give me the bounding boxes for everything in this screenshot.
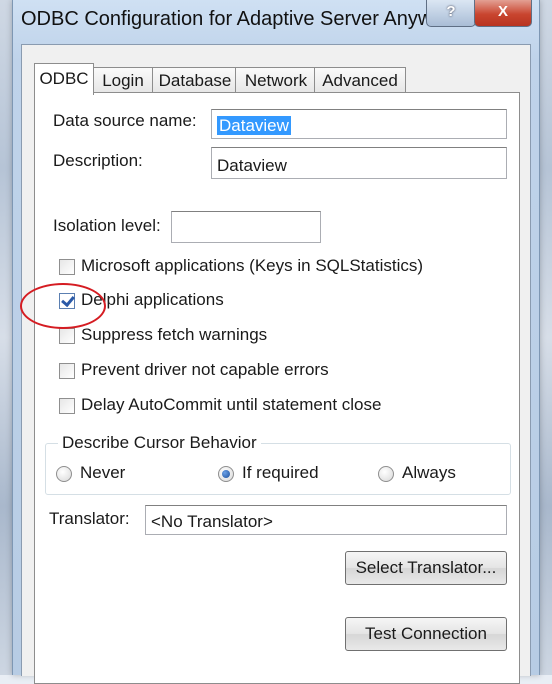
- translator-field: <No Translator>: [145, 505, 507, 535]
- tab-network[interactable]: Network: [235, 67, 317, 94]
- isolation-input[interactable]: [171, 211, 321, 243]
- close-icon: X: [497, 3, 508, 20]
- dsn-value: Dataview: [217, 116, 291, 135]
- delay-autocommit-label: Delay AutoCommit until statement close: [81, 395, 382, 414]
- description-label: Description:: [53, 151, 143, 170]
- odbc-config-dialog: ODBC Configuration for Adaptive Server A…: [12, 0, 540, 684]
- tab-login[interactable]: Login: [91, 67, 155, 94]
- translator-label: Translator:: [49, 509, 130, 528]
- dsn-input[interactable]: Dataview: [211, 109, 507, 139]
- tab-label: Network: [244, 71, 308, 90]
- help-icon: ?: [446, 3, 456, 20]
- isolation-label: Isolation level:: [53, 216, 161, 235]
- cursor-if-required-label: If required: [242, 463, 319, 482]
- prevent-errors-checkbox[interactable]: [59, 363, 75, 379]
- suppress-warnings-checkbox[interactable]: [59, 328, 75, 344]
- tab-label: Advanced: [322, 71, 398, 90]
- prevent-errors-label: Prevent driver not capable errors: [81, 360, 329, 379]
- annotation-highlight-circle: [20, 283, 106, 329]
- help-button[interactable]: ?: [426, 0, 476, 27]
- tab-label: Database: [158, 71, 232, 90]
- test-connection-button[interactable]: Test Connection: [345, 617, 507, 651]
- translator-value: <No Translator>: [151, 512, 273, 531]
- dialog-client-area: ODBC Login Database Network Advanced Dat…: [21, 44, 531, 684]
- select-translator-button[interactable]: Select Translator...: [345, 551, 507, 585]
- cursor-never-label: Never: [80, 463, 126, 482]
- window-title: ODBC Configuration for Adaptive Server A…: [21, 8, 448, 30]
- description-input[interactable]: Dataview: [211, 147, 507, 179]
- cursor-behavior-title: Describe Cursor Behavior: [58, 433, 261, 453]
- tab-advanced[interactable]: Advanced: [314, 67, 406, 94]
- cursor-behavior-group: Describe Cursor Behavior Never If requir…: [45, 433, 511, 495]
- ms-apps-checkbox[interactable]: [59, 259, 75, 275]
- close-button[interactable]: X: [474, 0, 532, 27]
- cursor-if-required-radio[interactable]: [218, 466, 234, 482]
- ms-apps-label: Microsoft applications (Keys in SQLStati…: [81, 256, 424, 275]
- title-bar[interactable]: ODBC Configuration for Adaptive Server A…: [13, 0, 539, 40]
- dsn-label: Data source name:: [53, 111, 197, 130]
- tab-database[interactable]: Database: [152, 67, 238, 94]
- suppress-warnings-label: Suppress fetch warnings: [81, 325, 268, 344]
- tab-label: Login: [102, 71, 144, 90]
- description-value: Dataview: [217, 156, 287, 175]
- tab-odbc[interactable]: ODBC: [34, 63, 94, 95]
- select-translator-label: Select Translator...: [355, 558, 497, 577]
- cursor-never-radio[interactable]: [56, 466, 72, 482]
- odbc-tab-panel: Data source name: Dataview Description: …: [34, 92, 520, 684]
- cursor-always-label: Always: [402, 463, 456, 482]
- background-right: [538, 0, 552, 675]
- tab-label: ODBC: [39, 69, 89, 88]
- test-connection-label: Test Connection: [365, 624, 487, 643]
- delay-autocommit-checkbox[interactable]: [59, 398, 75, 414]
- cursor-always-radio[interactable]: [378, 466, 394, 482]
